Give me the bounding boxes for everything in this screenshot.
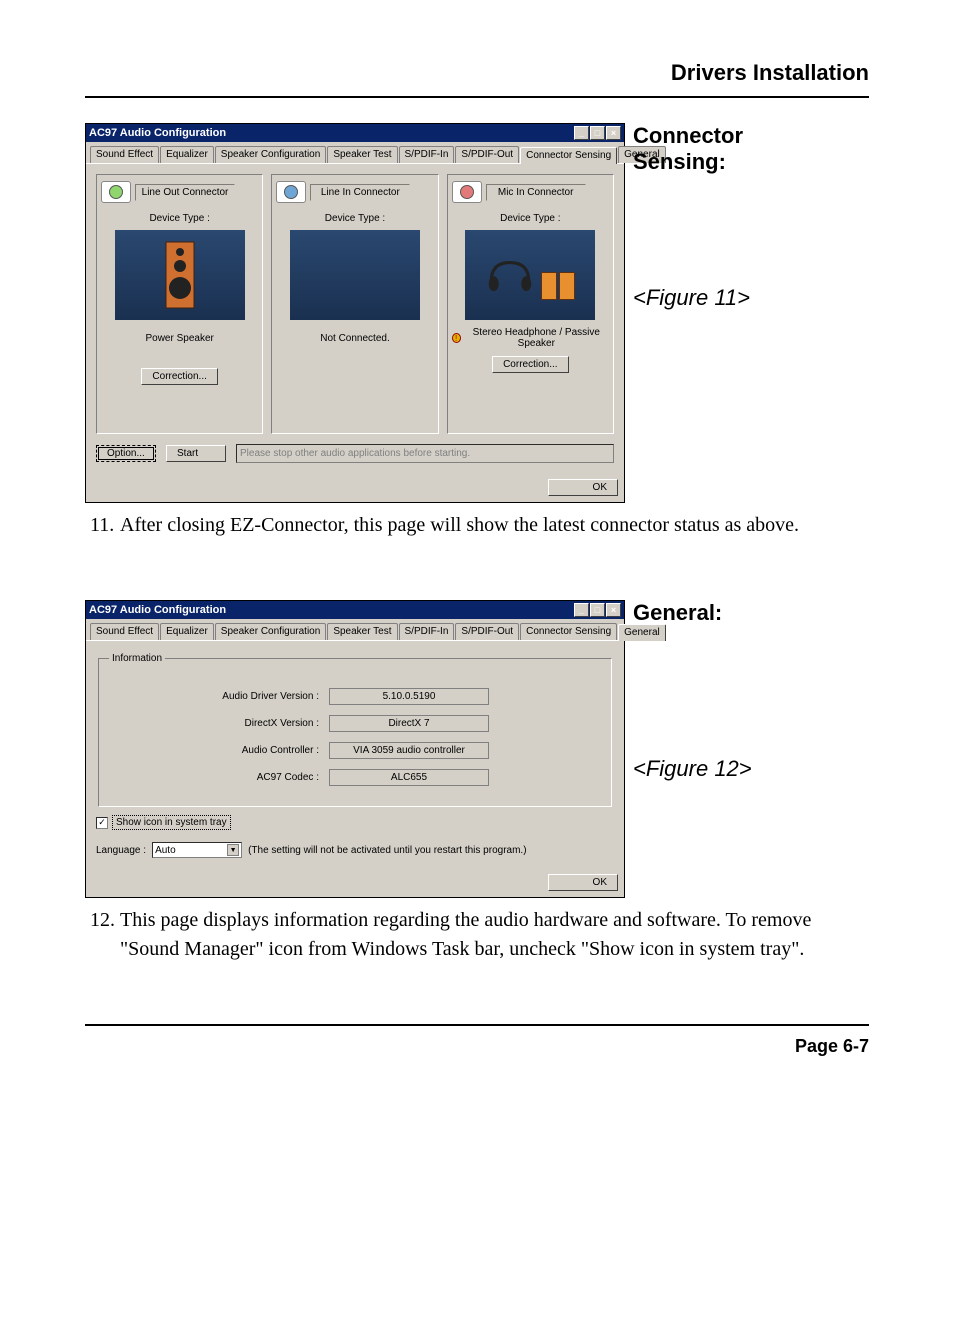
tab-spdif-in[interactable]: S/PDIF-In [399, 146, 455, 163]
information-fieldset: Information Audio Driver Version : 5.10.… [98, 653, 612, 807]
info-value: VIA 3059 audio controller [329, 742, 489, 759]
close-icon[interactable]: × [606, 603, 621, 617]
info-value: ALC655 [329, 769, 489, 786]
connector-line-out: Line Out Connector Device Type : Power [96, 174, 263, 434]
window-title: AC97 Audio Configuration [89, 604, 226, 616]
jack-icon [101, 181, 131, 203]
start-button[interactable]: Start [166, 445, 226, 462]
passive-speaker-icon [541, 272, 575, 300]
tab-speaker-test[interactable]: Speaker Test [327, 623, 397, 640]
page-header: Drivers Installation [85, 60, 869, 98]
connector-label: Mic In Connector [486, 184, 586, 201]
tabstrip: Sound Effect Equalizer Speaker Configura… [86, 142, 624, 164]
connector-label: Line Out Connector [135, 184, 235, 201]
info-row: AC97 Codec : ALC655 [109, 769, 601, 786]
maximize-icon[interactable]: □ [590, 603, 605, 617]
device-result: ! Stereo Headphone / Passive Speaker [452, 326, 609, 350]
info-value: 5.10.0.5190 [329, 688, 489, 705]
info-label: Audio Driver Version : [109, 691, 329, 702]
correction-button[interactable]: Correction... [141, 368, 217, 385]
tab-connector-sensing[interactable]: Connector Sensing [520, 147, 617, 164]
titlebar: AC97 Audio Configuration _ □ × [86, 124, 624, 142]
tab-speaker-configuration[interactable]: Speaker Configuration [215, 623, 327, 640]
figure-caption: <Figure 11> [633, 285, 773, 311]
window-title: AC97 Audio Configuration [89, 127, 226, 139]
note-text: Please stop other audio applications bef… [236, 444, 614, 463]
fieldset-legend: Information [109, 653, 165, 664]
show-tray-checkbox[interactable]: ✓ [96, 817, 108, 829]
body-paragraph-11: 11.After closing EZ-Connector, this page… [120, 511, 869, 540]
device-image-empty [290, 230, 420, 320]
device-image-headphones [465, 230, 595, 320]
figure-caption: <Figure 12> [633, 756, 773, 782]
device-result: Not Connected. [276, 326, 433, 350]
info-label: AC97 Codec : [109, 772, 329, 783]
device-result: Power Speaker [101, 326, 258, 350]
window-connector-sensing: AC97 Audio Configuration _ □ × Sound Eff… [85, 123, 625, 503]
tab-spdif-out[interactable]: S/PDIF-Out [455, 146, 519, 163]
ok-button[interactable]: OK [548, 479, 618, 496]
tab-spdif-out[interactable]: S/PDIF-Out [455, 623, 519, 640]
info-row: DirectX Version : DirectX 7 [109, 715, 601, 732]
jack-icon [452, 181, 482, 203]
tab-connector-sensing[interactable]: Connector Sensing [520, 623, 617, 640]
language-label: Language : [96, 845, 146, 856]
jack-icon [276, 181, 306, 203]
device-type-label: Device Type : [276, 213, 433, 224]
tab-equalizer[interactable]: Equalizer [160, 623, 214, 640]
language-note: (The setting will not be activated until… [248, 845, 526, 856]
titlebar: AC97 Audio Configuration _ □ × [86, 601, 624, 619]
chevron-down-icon: ▼ [227, 844, 239, 856]
tabstrip: Sound Effect Equalizer Speaker Configura… [86, 619, 624, 641]
tab-speaker-configuration[interactable]: Speaker Configuration [215, 146, 327, 163]
tab-equalizer[interactable]: Equalizer [160, 146, 214, 163]
minimize-icon[interactable]: _ [574, 126, 589, 140]
language-select[interactable]: Auto ▼ [152, 842, 242, 858]
connector-mic-in: Mic In Connector Device Type : [447, 174, 614, 434]
device-type-label: Device Type : [101, 213, 258, 224]
info-row: Audio Driver Version : 5.10.0.5190 [109, 688, 601, 705]
body-paragraph-12: 12.This page displays information regard… [120, 906, 869, 964]
device-type-label: Device Type : [452, 213, 609, 224]
info-label: DirectX Version : [109, 718, 329, 729]
close-icon[interactable]: × [606, 126, 621, 140]
minimize-icon[interactable]: _ [574, 603, 589, 617]
side-title: ConnectorSensing: [633, 123, 773, 175]
side-title: General: [633, 600, 773, 626]
info-row: Audio Controller : VIA 3059 audio contro… [109, 742, 601, 759]
tab-sound-effect[interactable]: Sound Effect [90, 146, 159, 163]
show-tray-label: Show icon in system tray [112, 815, 231, 830]
connector-label: Line In Connector [310, 184, 410, 201]
info-value: DirectX 7 [329, 715, 489, 732]
correction-button[interactable]: Correction... [492, 356, 568, 373]
window-general: AC97 Audio Configuration _ □ × Sound Eff… [85, 600, 625, 898]
page-footer: Page 6-7 [85, 1024, 869, 1057]
maximize-icon[interactable]: □ [590, 126, 605, 140]
warning-icon: ! [452, 333, 461, 343]
tab-general[interactable]: General [618, 624, 666, 641]
ok-button[interactable]: OK [548, 874, 618, 891]
tab-sound-effect[interactable]: Sound Effect [90, 623, 159, 640]
connector-line-in: Line In Connector Device Type : Not Conn… [271, 174, 438, 434]
option-button[interactable]: Option... [96, 445, 156, 462]
device-image-speaker [115, 230, 245, 320]
tab-speaker-test[interactable]: Speaker Test [327, 146, 397, 163]
info-label: Audio Controller : [109, 745, 329, 756]
tab-spdif-in[interactable]: S/PDIF-In [399, 623, 455, 640]
